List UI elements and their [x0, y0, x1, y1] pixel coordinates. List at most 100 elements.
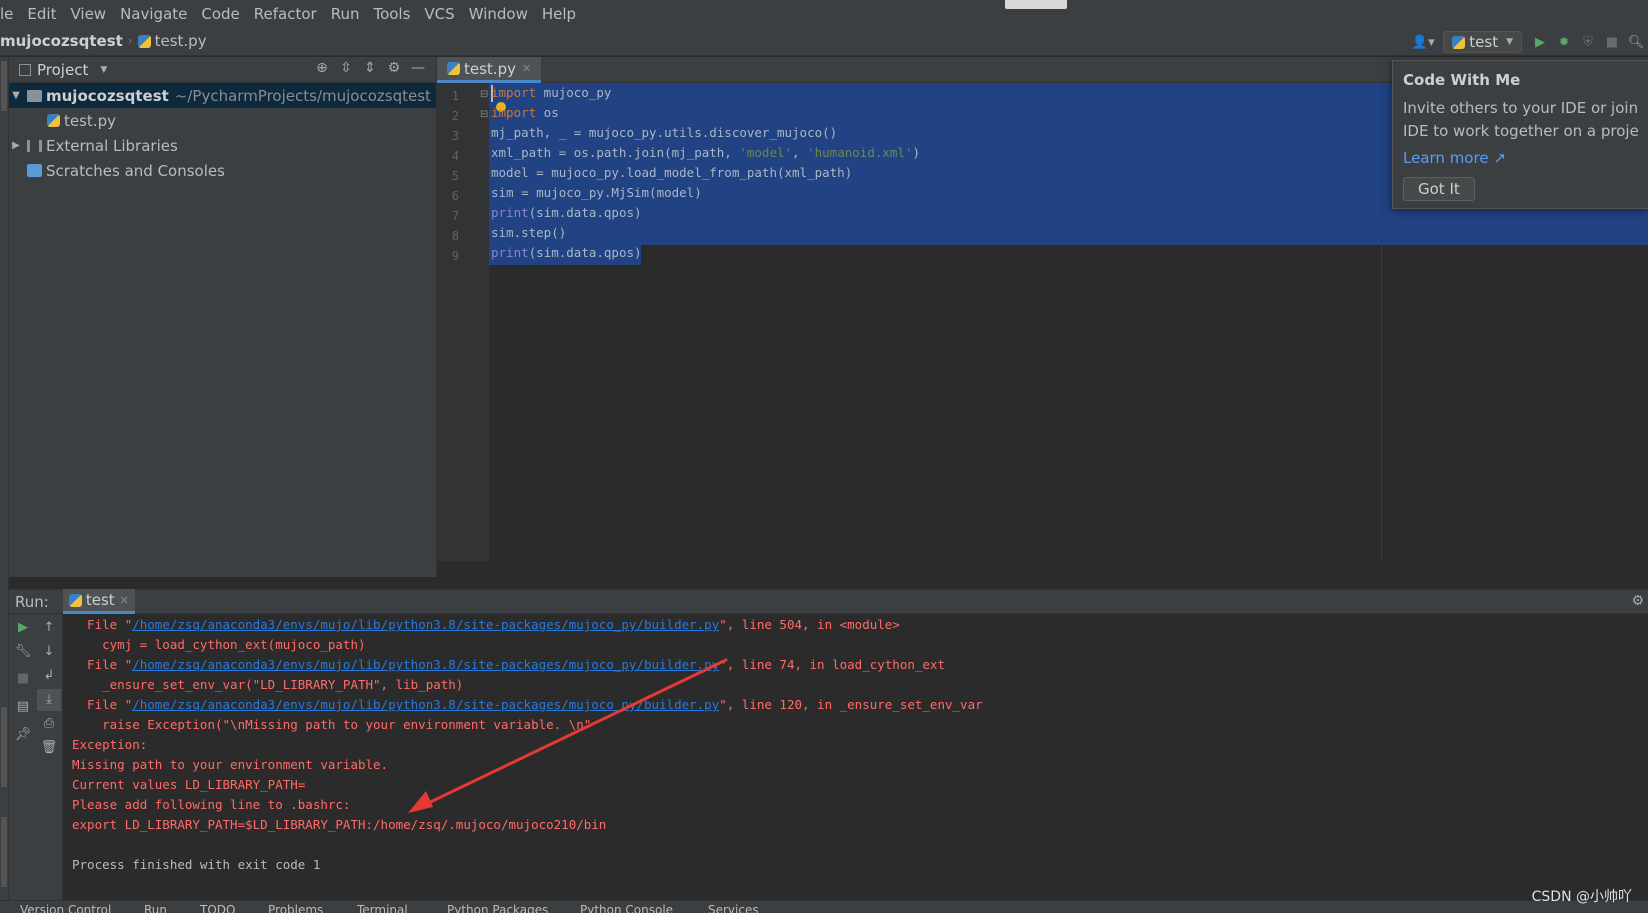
menu-vcs[interactable]: VCS [417, 5, 461, 23]
menu-navigate[interactable]: Navigate [113, 5, 194, 23]
main-toolbar: 👤▾ test ▼ ▶ ✹ ⛨ ■ 🔍︎ [1411, 31, 1648, 53]
console-line: Please add following line to .bashrc: [72, 797, 351, 812]
breadcrumb-file[interactable]: test.py [155, 32, 207, 50]
code-line-9: print(sim.data.qpos) [491, 245, 642, 260]
project-panel-header: Project ▼ ⊕ ⇳ ⇕ ⚙ — [9, 57, 436, 83]
status-tab-terminal[interactable]: Terminal [357, 903, 408, 913]
project-tool-window-tab[interactable] [1, 61, 7, 111]
chevron-down-icon: ▼ [1506, 37, 1513, 47]
trash-icon[interactable]: 🗑︎ [37, 737, 61, 759]
line-number: 7 [451, 209, 459, 223]
collapse-all-icon[interactable]: ⇕ [358, 60, 382, 76]
rerun-icon[interactable]: ▶ [11, 617, 35, 639]
status-tab-todo[interactable]: TODO [200, 903, 235, 913]
tree-item-label: test.py [64, 111, 116, 130]
search-icon[interactable]: 🔍︎ [1624, 31, 1648, 53]
chevron-down-icon[interactable]: ▼ [9, 90, 23, 101]
run-configuration-select[interactable]: test ▼ [1443, 31, 1522, 53]
line-number: 8 [451, 229, 459, 243]
stop-icon[interactable]: ■ [1600, 31, 1624, 53]
menu-refactor[interactable]: Refactor [247, 5, 324, 23]
console-line: raise Exception("\nMissing path to your … [72, 717, 592, 732]
scratches-icon [27, 164, 42, 177]
project-panel-title[interactable]: Project [37, 61, 88, 79]
code-line-4: xml_path = os.path.join(mj_path, 'model'… [491, 145, 920, 160]
stop-icon[interactable]: ■ [11, 668, 35, 690]
soft-wrap-icon[interactable]: ↲ [37, 665, 61, 687]
menu-code[interactable]: Code [194, 5, 246, 23]
layout-icon[interactable]: ▤ [11, 696, 35, 718]
navigation-bar: mujocozsqtest › test.py 👤▾ test ▼ ▶ ✹ ⛨ … [0, 28, 1648, 56]
tree-item-project-root[interactable]: ▼ mujocozsqtest ~/PycharmProjects/mujoco… [9, 83, 436, 108]
menu-run[interactable]: Run [324, 5, 367, 23]
menu-file[interactable]: le [0, 5, 20, 23]
run-icon[interactable]: ▶ [1528, 31, 1552, 53]
debug-icon[interactable]: ✹ [1552, 31, 1576, 53]
project-panel: Project ▼ ⊕ ⇳ ⇕ ⚙ — ▼ mujocozsqtest ~/Py… [9, 57, 437, 577]
arrow-up-icon[interactable]: ↑ [37, 617, 61, 639]
console-line: File "/home/zsq/anaconda3/envs/mujo/lib/… [72, 617, 900, 632]
hide-icon[interactable]: — [406, 60, 430, 76]
menu-tools[interactable]: Tools [366, 5, 417, 23]
bookmarks-tool-window-tab[interactable] [1, 817, 7, 887]
top-floating-widget [1005, 0, 1067, 9]
print-icon[interactable]: ⎙ [37, 713, 61, 735]
status-tab-run[interactable]: Run [144, 903, 167, 913]
status-tab-version-control[interactable]: Version Control [20, 903, 111, 913]
menu-window[interactable]: Window [462, 5, 535, 23]
line-number: 4 [451, 149, 459, 163]
line-number: 5 [451, 169, 459, 183]
fold-icon[interactable]: ⊟ [480, 89, 488, 100]
expand-all-icon[interactable]: ⇳ [334, 60, 358, 76]
learn-more-link[interactable]: Learn more ↗ [1403, 149, 1638, 167]
got-it-button[interactable]: Got It [1403, 177, 1475, 201]
tree-item-label: Scratches and Consoles [46, 161, 225, 180]
breadcrumb-project[interactable]: mujocozsqtest [0, 32, 123, 50]
status-tab-problems[interactable]: Problems [268, 903, 323, 913]
coverage-icon[interactable]: ⛨ [1576, 31, 1600, 53]
library-icon [27, 139, 42, 152]
chevron-right-icon[interactable]: ▶ [9, 140, 23, 151]
python-file-icon [47, 114, 60, 127]
console-exit-line: Process finished with exit code 1 [72, 857, 321, 872]
gear-icon[interactable]: ⚙ [382, 60, 406, 76]
arrow-down-icon[interactable]: ↓ [37, 641, 61, 663]
close-icon[interactable]: ✕ [522, 62, 531, 75]
code-with-me-popup: Code With Me Invite others to your IDE o… [1392, 60, 1648, 209]
chevron-down-icon[interactable]: ▼ [100, 65, 107, 75]
code-line-6: sim = mujoco_py.MjSim(model) [491, 185, 702, 200]
tree-item-external-libraries[interactable]: ▶ External Libraries [9, 133, 436, 158]
tree-item-test-py[interactable]: test.py [9, 108, 436, 133]
menu-view[interactable]: View [63, 5, 113, 23]
tab-run-test[interactable]: test ✕ [62, 589, 135, 614]
tree-item-scratches[interactable]: Scratches and Consoles [9, 158, 436, 183]
menu-edit[interactable]: Edit [20, 5, 63, 23]
code-with-me-icon[interactable]: 👤▾ [1411, 31, 1435, 53]
line-number: 3 [451, 129, 459, 143]
fold-icon[interactable]: ⊟ [480, 109, 488, 120]
popup-title: Code With Me [1403, 71, 1521, 89]
status-tab-python-packages[interactable]: Python Packages [447, 903, 548, 913]
scroll-to-end-icon[interactable]: ⤓ [37, 689, 61, 711]
status-tab-python-console[interactable]: Python Console [580, 903, 673, 913]
pin-icon[interactable]: 📌︎ [11, 724, 35, 746]
status-tab-services[interactable]: Services [708, 903, 759, 913]
left-tool-stripe [0, 57, 9, 900]
locate-file-icon[interactable]: ⊕ [310, 60, 334, 76]
console-line: cymj = load_cython_ext(mujoco_path) [72, 637, 366, 652]
close-icon[interactable]: ✕ [120, 594, 129, 607]
code-line-7: print(sim.data.qpos) [491, 205, 642, 220]
menu-bar: le Edit View Navigate Code Refactor Run … [0, 0, 1648, 28]
gear-icon[interactable]: ⚙ [1631, 593, 1644, 609]
console-line: export LD_LIBRARY_PATH=$LD_LIBRARY_PATH:… [72, 817, 607, 832]
menu-help[interactable]: Help [535, 5, 583, 23]
line-number: 2 [451, 109, 459, 123]
file-link[interactable]: /home/zsq/anaconda3/envs/mujo/lib/python… [132, 657, 719, 672]
console-line: File "/home/zsq/anaconda3/envs/mujo/lib/… [72, 657, 945, 672]
structure-tool-window-tab[interactable] [1, 707, 7, 787]
python-config-icon [1452, 35, 1466, 49]
tab-test-py[interactable]: test.py ✕ [437, 57, 542, 83]
file-link[interactable]: /home/zsq/anaconda3/envs/mujo/lib/python… [132, 617, 719, 632]
file-link[interactable]: /home/zsq/anaconda3/envs/mujo/lib/python… [132, 697, 719, 712]
wrench-icon[interactable]: 🔧︎ [11, 641, 35, 663]
